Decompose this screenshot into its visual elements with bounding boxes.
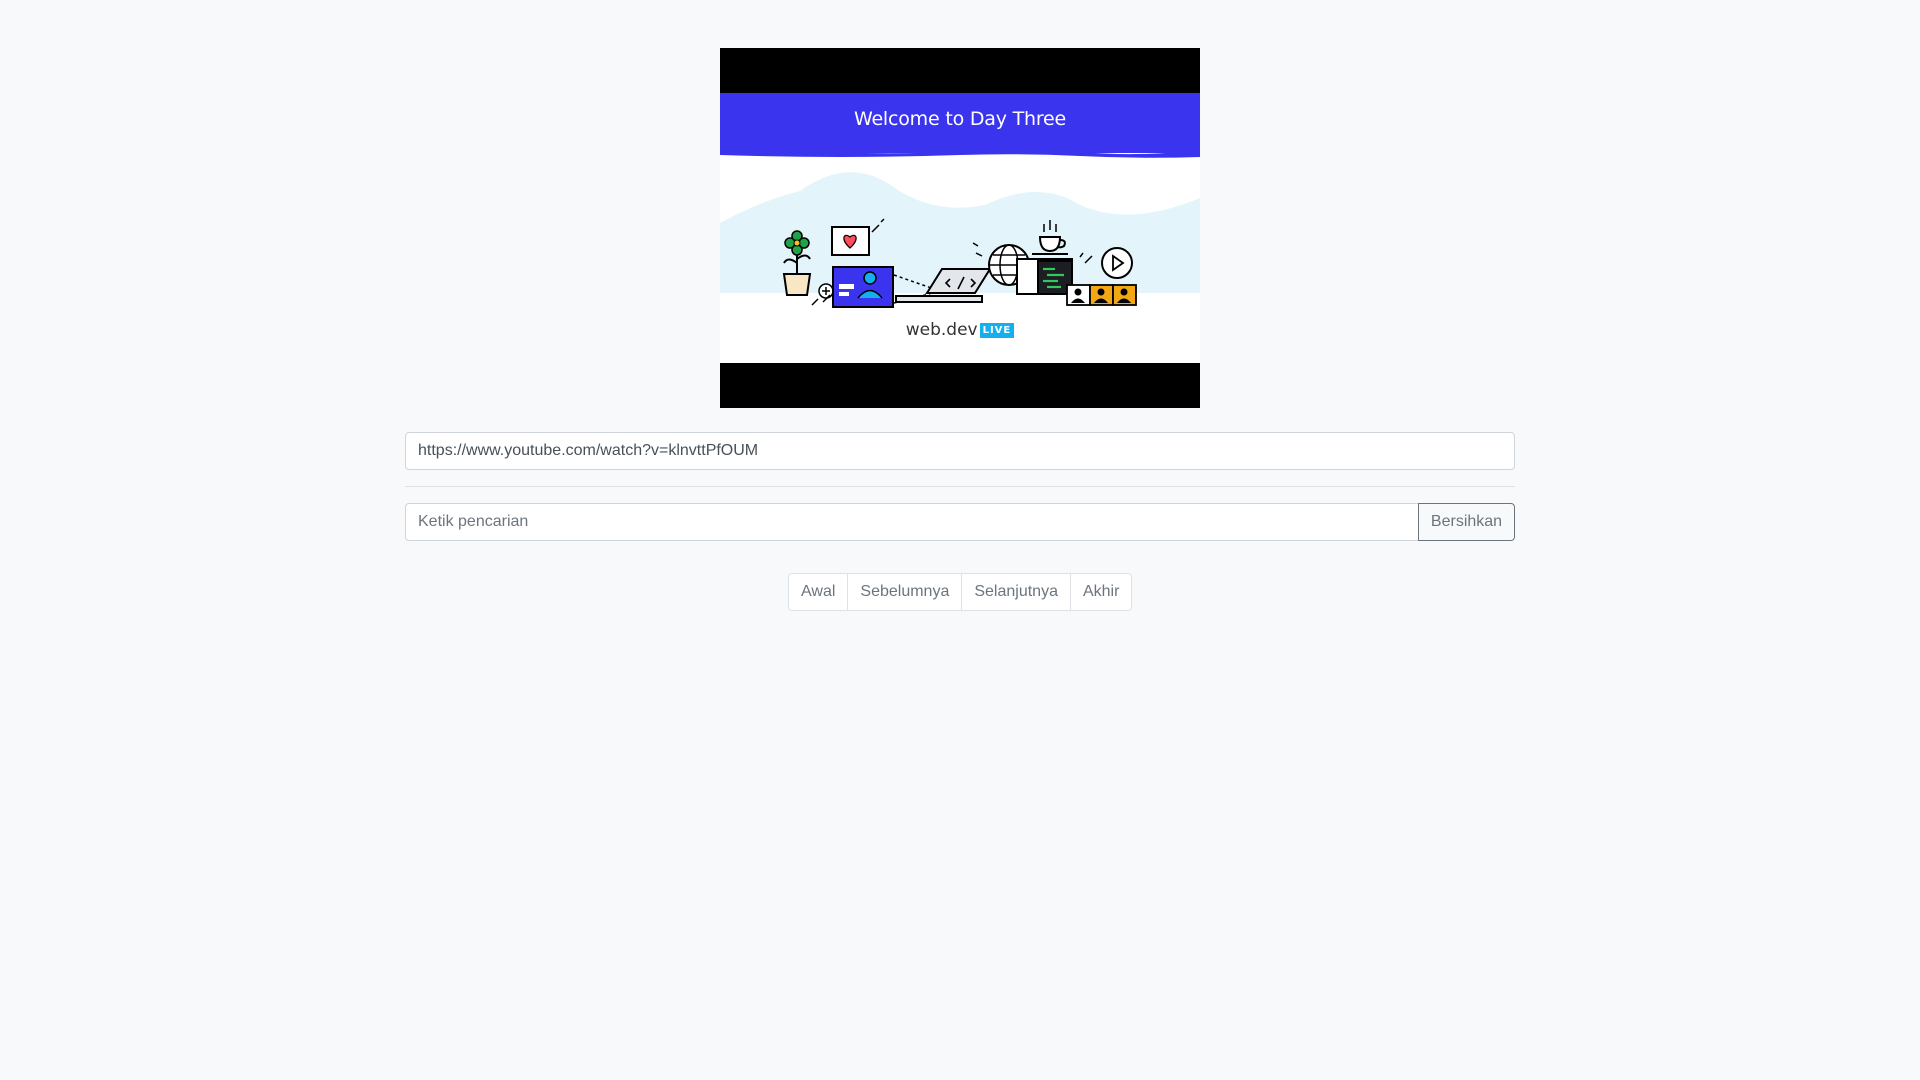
video-thumbnail[interactable]: Welcome to Day Three web.dev LIVE bbox=[720, 93, 1200, 363]
brand-name: web.dev bbox=[905, 320, 978, 340]
last-page-button[interactable]: Akhir bbox=[1069, 573, 1133, 611]
first-page-button[interactable]: Awal bbox=[788, 573, 849, 611]
clear-search-button[interactable]: Bersihkan bbox=[1418, 503, 1515, 541]
search-input[interactable] bbox=[405, 503, 1419, 541]
live-badge: LIVE bbox=[979, 323, 1015, 338]
divider bbox=[405, 486, 1515, 487]
next-page-button[interactable]: Selanjutnya bbox=[961, 573, 1071, 611]
brand-logo: web.dev LIVE bbox=[720, 320, 1200, 340]
video-url-input[interactable] bbox=[405, 432, 1515, 470]
previous-page-button[interactable]: Sebelumnya bbox=[847, 573, 963, 611]
pagination: Awal Sebelumnya Selanjutnya Akhir bbox=[788, 573, 1133, 611]
video-player[interactable]: Welcome to Day Three web.dev LIVE bbox=[720, 48, 1200, 408]
